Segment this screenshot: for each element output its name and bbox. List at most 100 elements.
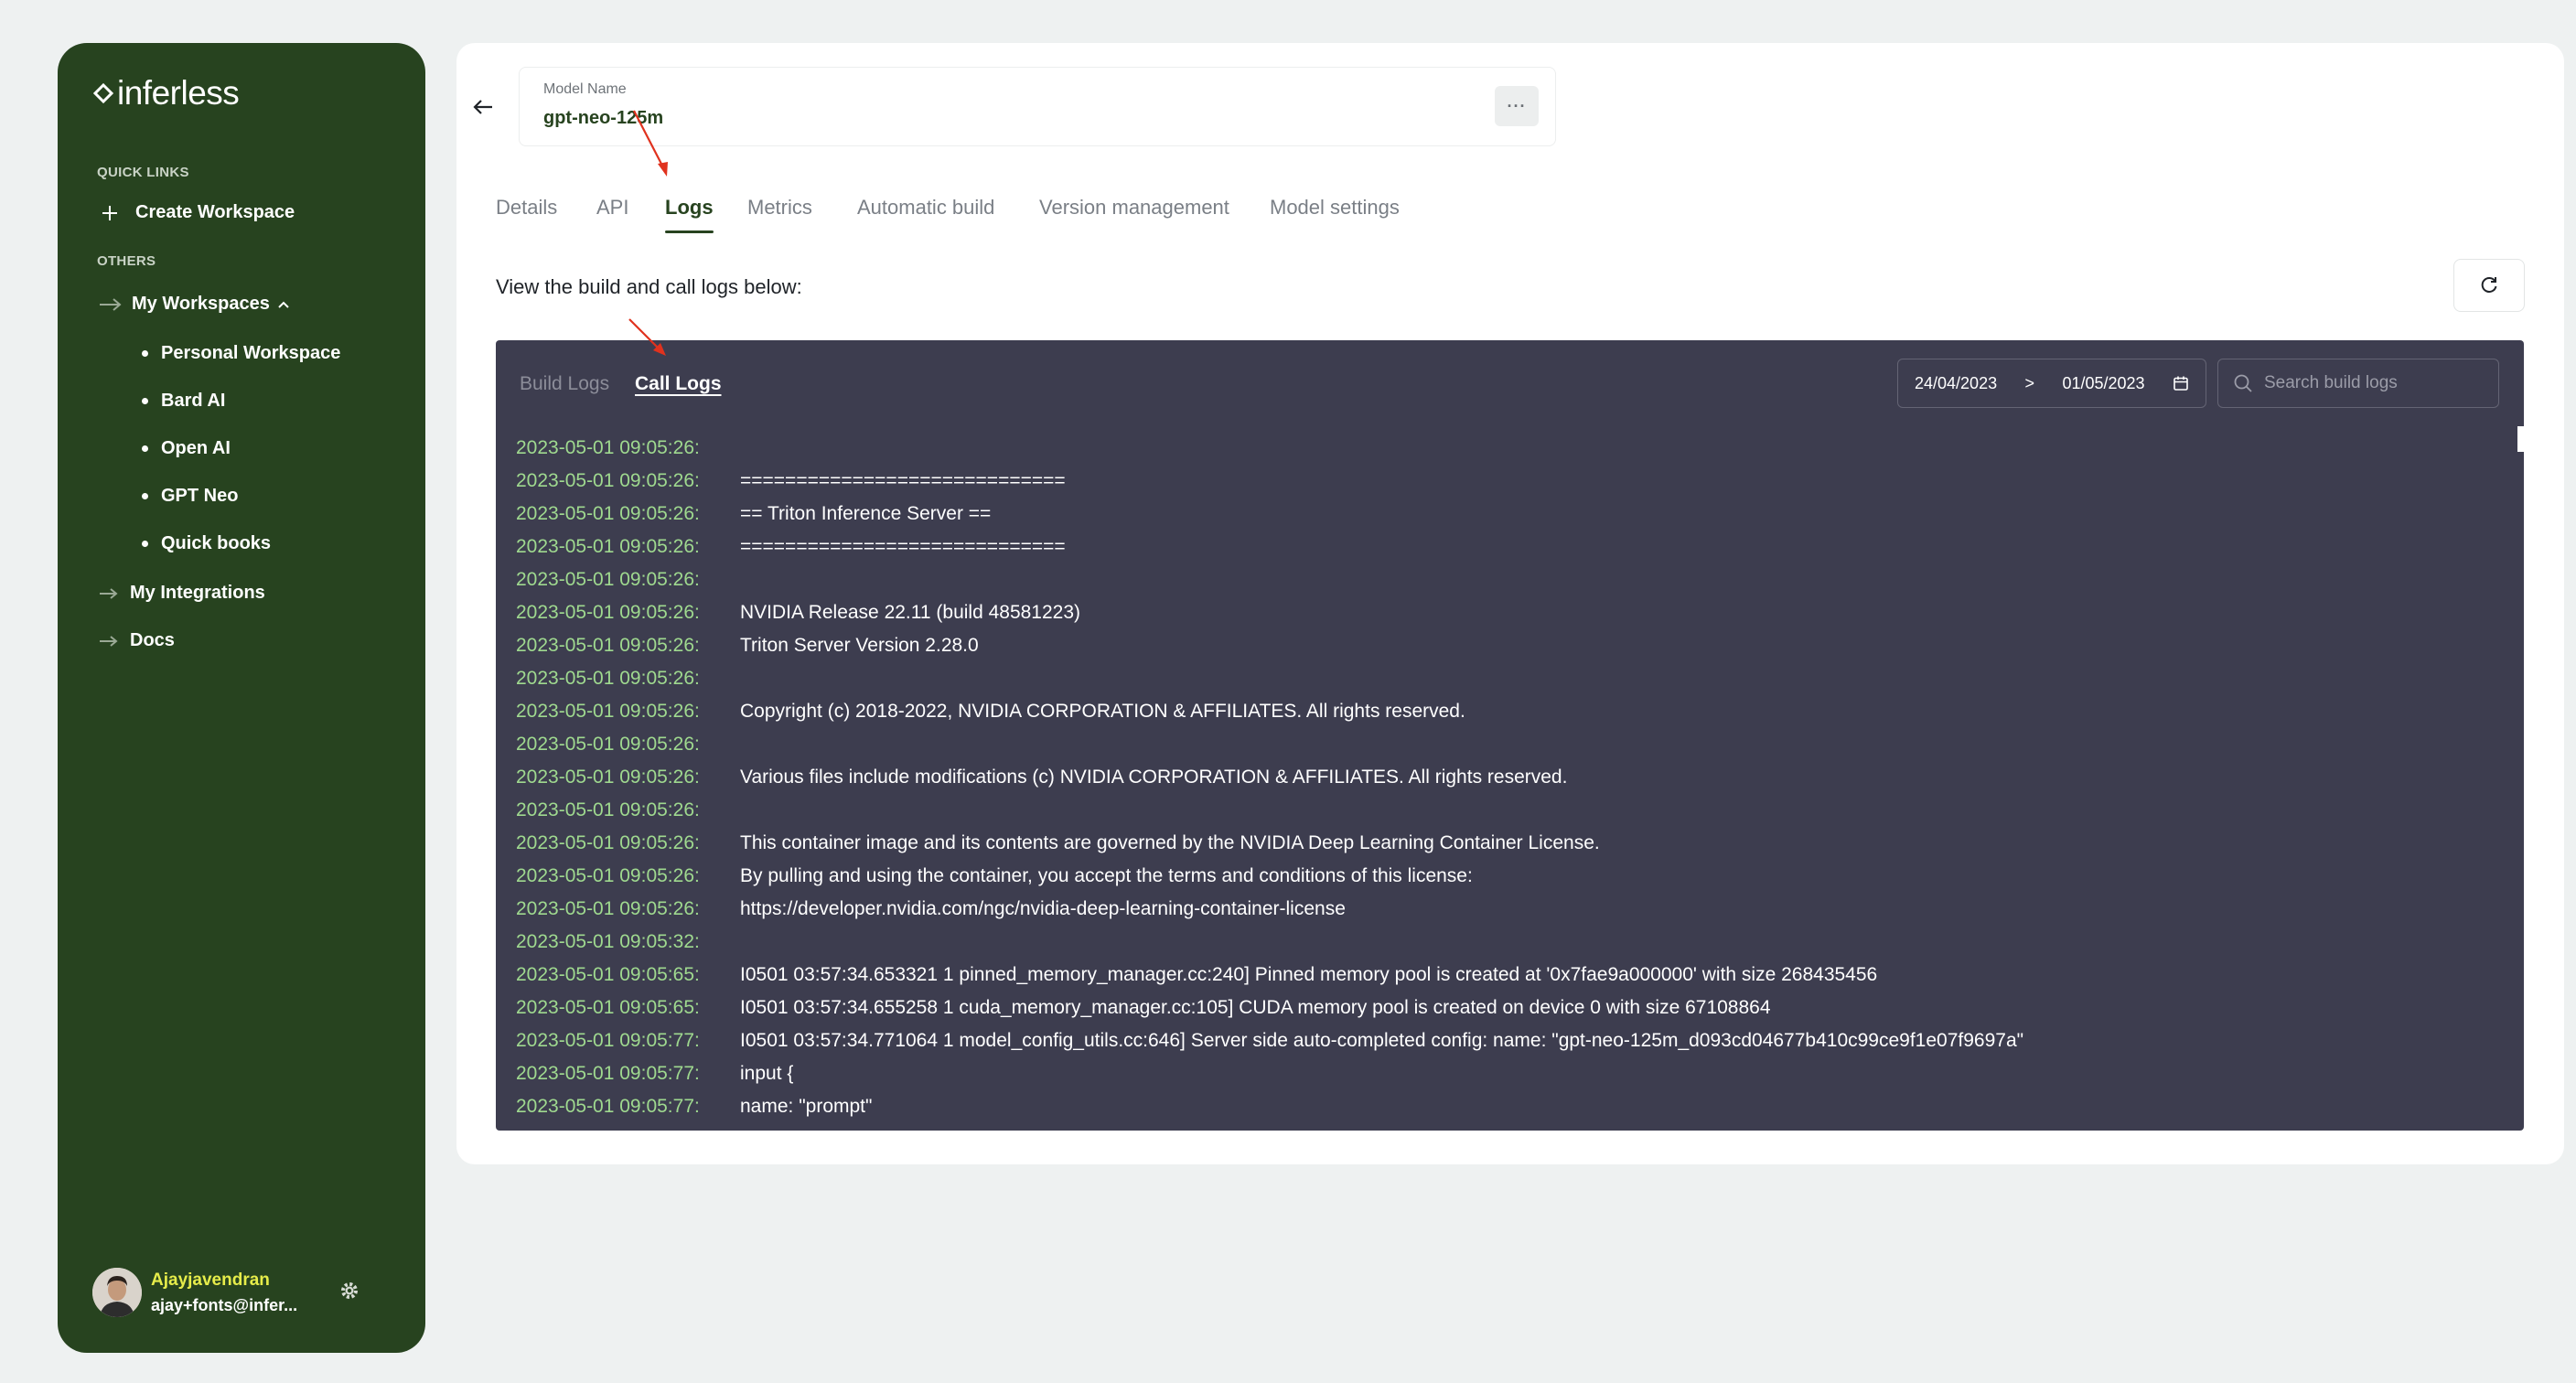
tab-version-management[interactable]: Version management	[1039, 196, 1229, 220]
scrollbar-thumb[interactable]	[2517, 426, 2524, 452]
sidebar-item-personal-workspace[interactable]: Personal Workspace	[142, 343, 340, 364]
log-timestamp: 2023-05-01 09:05:26:	[516, 898, 700, 919]
log-line: 2023-05-01 09:05:26: Various files includ…	[516, 761, 2023, 794]
my-integrations-label: My Integrations	[130, 583, 265, 603]
docs-label: Docs	[130, 630, 175, 650]
back-arrow-icon[interactable]	[473, 99, 493, 115]
log-timestamp: 2023-05-01 09:05:26:	[516, 470, 700, 491]
sidebar-item-my-integrations[interactable]: My Integrations	[99, 583, 265, 604]
log-line: 2023-05-01 09:05:26:	[516, 662, 2023, 695]
log-line: 2023-05-01 09:05:26: Triton Server Versio…	[516, 629, 2023, 662]
arrow-right-icon	[100, 587, 118, 599]
search-input[interactable]	[2264, 373, 2484, 393]
date-range-picker[interactable]: 24/04/2023 > 01/05/2023	[1897, 359, 2206, 408]
chevron-up-icon[interactable]	[277, 300, 290, 309]
date-separator: >	[2024, 373, 2035, 392]
log-message: This container image and its contents ar…	[740, 832, 1600, 853]
main-panel: Model Name gpt-neo-125m ··· Details API …	[456, 43, 2564, 1164]
log-message: I0501 03:57:34.653321 1 pinned_memory_ma…	[740, 964, 1878, 985]
sidebar-item-gpt-neo[interactable]: GPT Neo	[142, 486, 238, 507]
log-line: 2023-05-01 09:05:26: This container image…	[516, 827, 2023, 860]
log-message: =============================	[740, 536, 1066, 557]
log-line: 2023-05-01 09:05:77: name: "prompt"	[516, 1090, 2023, 1123]
workspace-label: Quick books	[161, 533, 272, 553]
log-message: I0501 03:57:34.655258 1 cuda_memory_mana…	[740, 997, 1771, 1018]
log-timestamp: 2023-05-01 09:05:26:	[516, 767, 700, 788]
arrow-right-icon	[100, 635, 118, 647]
sidebar: inferless QUICK LINKS Create Workspace O…	[58, 43, 425, 1353]
log-line: 2023-05-01 09:05:26: https://developer.nv…	[516, 893, 2023, 926]
model-name-label: Model Name	[543, 81, 627, 97]
tab-metrics[interactable]: Metrics	[747, 196, 812, 220]
logo-text: inferless	[117, 74, 240, 112]
search-icon	[2234, 374, 2252, 392]
log-timestamp: 2023-05-01 09:05:65:	[516, 964, 700, 985]
log-line: 2023-05-01 09:05:26: ====================…	[516, 465, 2023, 498]
log-timestamp: 2023-05-01 09:05:26:	[516, 865, 700, 886]
bullet-icon	[142, 541, 148, 547]
logs-description: View the build and call logs below:	[496, 275, 802, 298]
tab-model-settings[interactable]: Model settings	[1270, 196, 1400, 220]
create-workspace-label: Create Workspace	[135, 202, 295, 222]
bullet-icon	[142, 493, 148, 499]
log-timestamp: 2023-05-01 09:05:26:	[516, 701, 700, 722]
log-line: 2023-05-01 09:05:77: I0501 03:57:34.77106…	[516, 1024, 2023, 1057]
sidebar-item-docs[interactable]: Docs	[99, 630, 175, 651]
log-line: 2023-05-01 09:05:65: I0501 03:57:34.65525…	[516, 992, 2023, 1024]
date-from: 24/04/2023	[1915, 373, 1998, 392]
log-line: 2023-05-01 09:05:32:	[516, 926, 2023, 959]
sidebar-item-bard-ai[interactable]: Bard AI	[142, 391, 225, 412]
logo[interactable]: inferless	[93, 74, 240, 113]
tab-automatic-build[interactable]: Automatic build	[857, 196, 994, 220]
log-lines: 2023-05-01 09:05:26: 2023-05-01 09:05:26:…	[516, 432, 2023, 1123]
log-message: https://developer.nvidia.com/ngc/nvidia-…	[740, 898, 1346, 919]
log-line: 2023-05-01 09:05:26: ====================…	[516, 531, 2023, 563]
tab-call-logs[interactable]: Call Logs	[635, 373, 722, 395]
log-timestamp: 2023-05-01 09:05:32:	[516, 931, 700, 952]
bullet-icon	[142, 445, 148, 452]
gear-icon[interactable]	[338, 1280, 360, 1302]
log-message: Copyright (c) 2018-2022, NVIDIA CORPORAT…	[740, 701, 1465, 722]
log-timestamp: 2023-05-01 09:05:26:	[516, 799, 700, 820]
tab-logs[interactable]: Logs	[665, 196, 714, 233]
log-timestamp: 2023-05-01 09:05:26:	[516, 536, 700, 557]
refresh-button[interactable]	[2453, 259, 2525, 312]
arrow-right-icon	[100, 297, 122, 311]
refresh-icon	[2481, 277, 2497, 293]
bullet-icon	[142, 398, 148, 404]
log-message: By pulling and using the container, you …	[740, 865, 1473, 886]
avatar	[92, 1268, 142, 1317]
inferless-logo-icon	[93, 83, 113, 103]
log-message: =============================	[740, 470, 1066, 491]
log-line: 2023-05-01 09:05:26:	[516, 563, 2023, 596]
sidebar-item-open-ai[interactable]: Open AI	[142, 438, 231, 459]
tab-details[interactable]: Details	[496, 196, 557, 220]
log-message: NVIDIA Release 22.11 (build 48581223)	[740, 602, 1081, 623]
plus-icon	[102, 205, 117, 220]
create-workspace-button[interactable]: Create Workspace	[101, 202, 295, 223]
log-viewer: Build Logs Call Logs 24/04/2023 > 01/05/…	[496, 340, 2524, 1131]
search-build-logs[interactable]	[2217, 359, 2499, 408]
bullet-icon	[142, 350, 148, 357]
log-timestamp: 2023-05-01 09:05:26:	[516, 734, 700, 755]
log-message: == Triton Inference Server ==	[740, 503, 992, 524]
tab-api[interactable]: API	[596, 196, 628, 220]
log-line: 2023-05-01 09:05:26:	[516, 794, 2023, 827]
log-line: 2023-05-01 09:05:26: == Triton Inference …	[516, 498, 2023, 531]
log-message: I0501 03:57:34.771064 1 model_config_uti…	[740, 1030, 2024, 1051]
sidebar-item-my-workspaces[interactable]: My Workspaces	[99, 294, 290, 315]
log-timestamp: 2023-05-01 09:05:26:	[516, 602, 700, 623]
others-heading: OTHERS	[97, 253, 156, 269]
more-options-button[interactable]: ···	[1495, 86, 1539, 126]
log-timestamp: 2023-05-01 09:05:26:	[516, 668, 700, 689]
log-line: 2023-05-01 09:05:26: Copyright (c) 2018-2…	[516, 695, 2023, 728]
workspace-label: GPT Neo	[161, 486, 239, 506]
tab-build-logs[interactable]: Build Logs	[520, 373, 609, 395]
log-message: Triton Server Version 2.28.0	[740, 635, 979, 656]
log-message: name: "prompt"	[740, 1096, 873, 1117]
log-timestamp: 2023-05-01 09:05:65:	[516, 997, 700, 1018]
sidebar-item-quick-books[interactable]: Quick books	[142, 533, 271, 554]
user-profile[interactable]: Ajayjavendran ajay+fonts@infer...	[92, 1268, 297, 1317]
model-name-card: Model Name gpt-neo-125m ···	[519, 67, 1556, 146]
workspace-label: Open AI	[161, 438, 231, 458]
